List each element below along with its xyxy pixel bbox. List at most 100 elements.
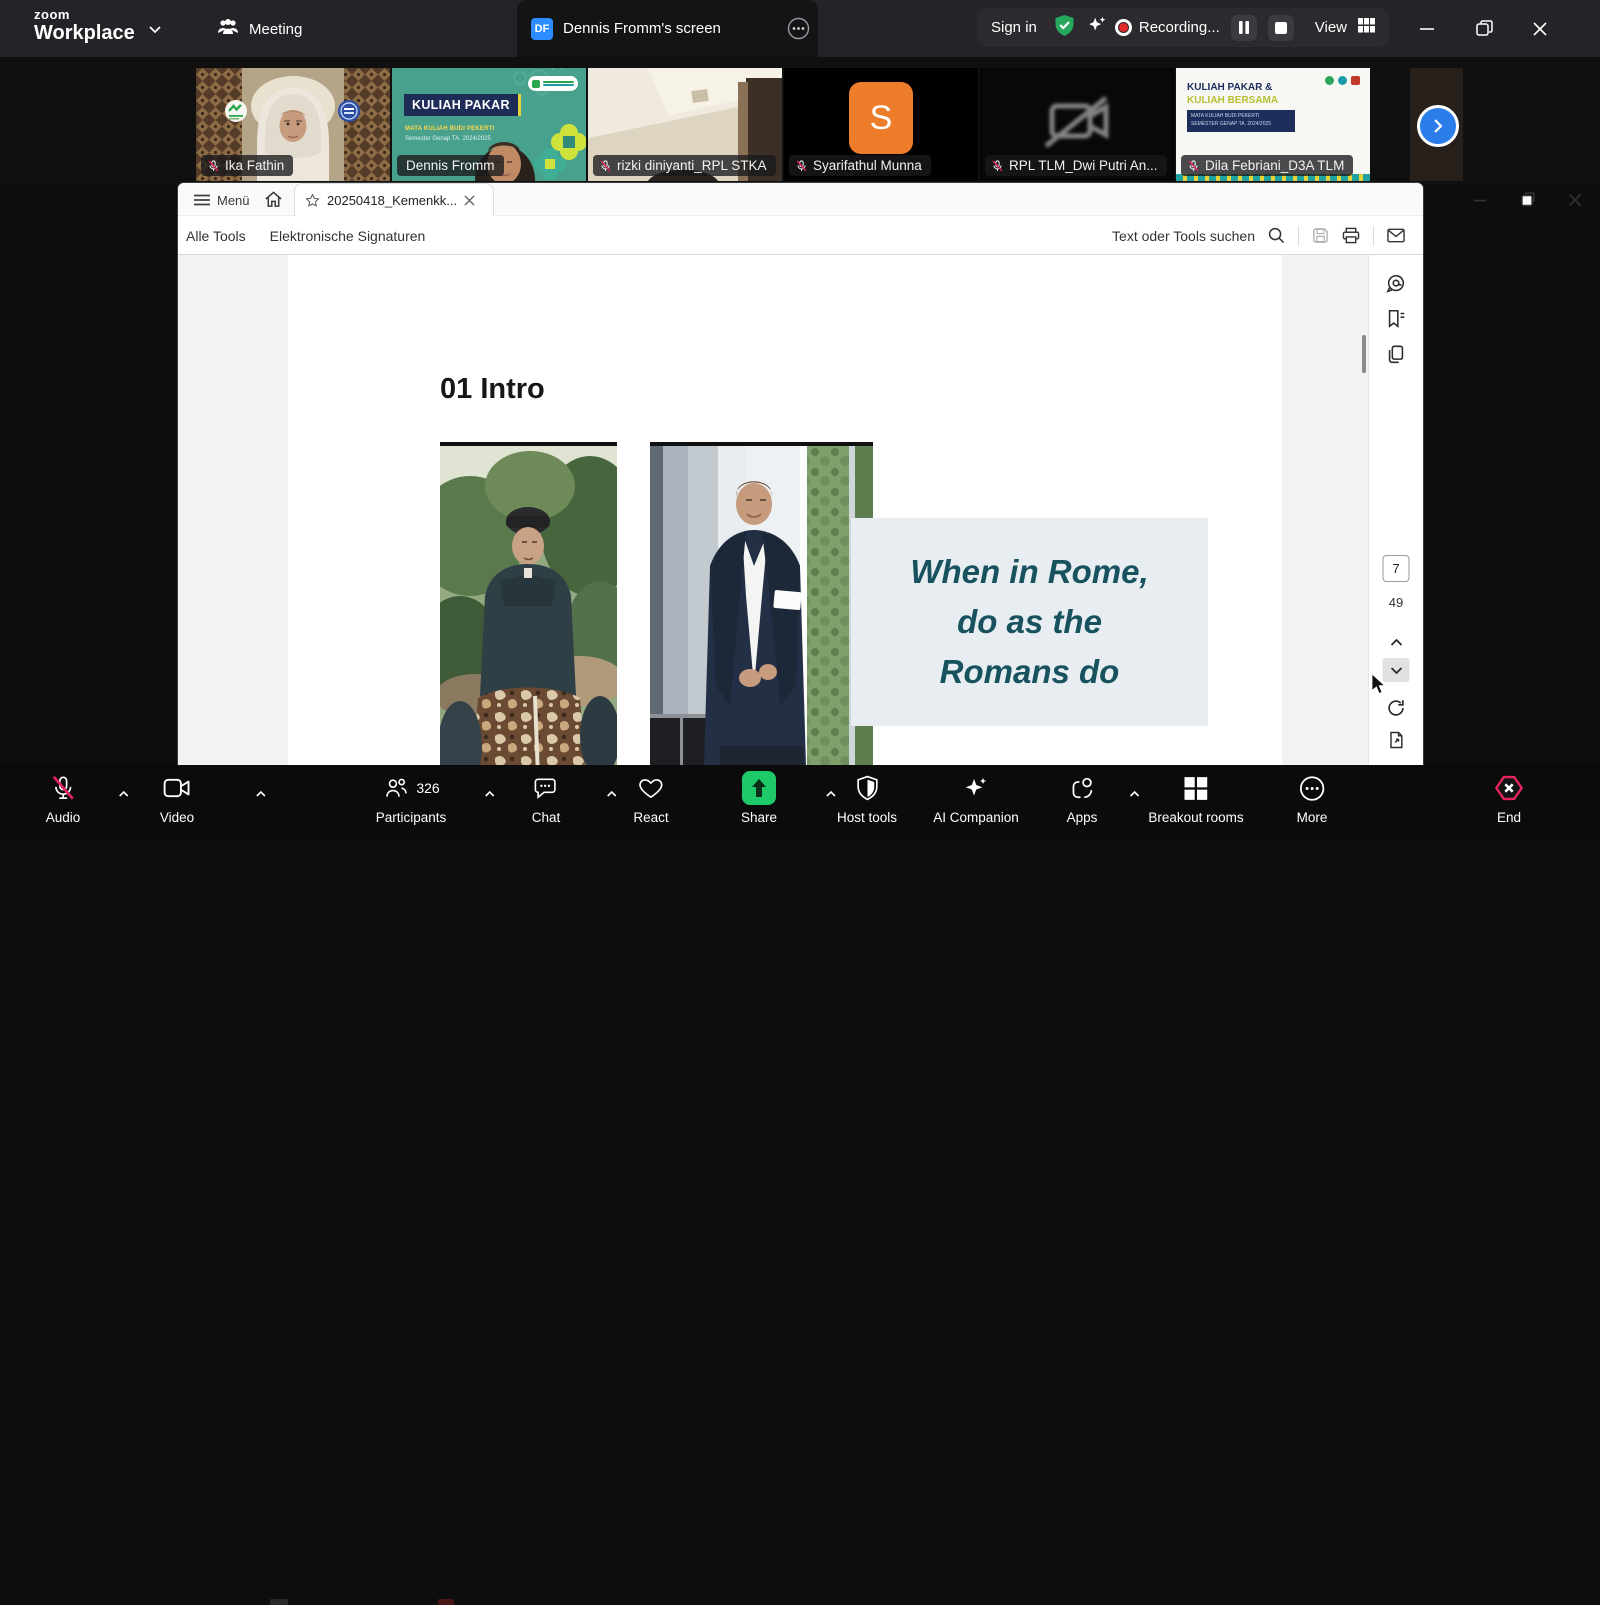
host-tools-label: Host tools — [837, 810, 897, 825]
video-tile-rizki[interactable]: rizki diniyanti_RPL STKA — [588, 68, 782, 181]
slide-course-box: MATA KULIAH BUDI PEKERTI SEMESTER GENAP … — [1187, 110, 1295, 132]
ai-companion-button[interactable]: AI Companion — [933, 771, 1019, 825]
star-icon[interactable] — [305, 193, 320, 208]
acrobat-restore-button[interactable] — [1508, 183, 1548, 216]
audio-label: Audio — [46, 810, 81, 825]
video-button[interactable]: Video — [160, 771, 194, 825]
zoom-bottom-toolbar: Audio Video 326 Participants — [0, 765, 1600, 840]
participants-button[interactable]: 326 Participants — [376, 771, 447, 825]
comments-icon[interactable] — [1381, 269, 1411, 299]
participant-name-pill: Dila Febriani_D3A TLM — [1181, 155, 1353, 176]
search-label[interactable]: Text oder Tools suchen — [1112, 228, 1255, 244]
share-screen-icon — [742, 771, 776, 805]
window-minimize-button[interactable] — [1404, 0, 1450, 57]
participant-name-pill: Ika Fathin — [201, 155, 293, 176]
mic-muted-icon — [1187, 159, 1200, 173]
quote-box: When in Rome, do as the Romans do — [851, 518, 1208, 726]
participant-name-pill: rizki diniyanti_RPL STKA — [593, 155, 776, 176]
logo-line1: zoom — [34, 8, 135, 21]
tab-options-ellipsis-icon[interactable] — [787, 17, 810, 45]
e-signatures-button[interactable]: Elektronische Signaturen — [270, 228, 426, 244]
close-document-icon[interactable] — [464, 195, 475, 206]
apps-options-chevron[interactable] — [1129, 785, 1141, 803]
mic-muted-icon — [207, 159, 220, 173]
video-tile-dennis-fromm[interactable]: KULIAH PAKAR MATA KULIAH BUDI PEKERTI Se… — [392, 68, 586, 181]
chat-bubble-icon — [533, 775, 560, 801]
previous-page-button[interactable] — [1383, 630, 1410, 654]
video-options-chevron[interactable] — [255, 785, 267, 803]
participants-icon — [382, 775, 409, 801]
share-label: Share — [741, 810, 777, 825]
share-options-chevron[interactable] — [825, 785, 837, 803]
video-tile-rpl-tlm[interactable]: RPL TLM_Dwi Putri An... — [980, 68, 1174, 181]
participant-name: rizki diniyanti_RPL STKA — [617, 158, 767, 173]
bookmarks-icon[interactable] — [1381, 304, 1411, 334]
apps-button[interactable]: Apps — [1067, 771, 1098, 825]
save-icon[interactable] — [1312, 227, 1329, 244]
video-tile-dila[interactable]: KULIAH PAKAR & KULIAH BERSAMA MATA KULIA… — [1176, 68, 1370, 181]
ai-sparkle-icon[interactable] — [1086, 14, 1108, 41]
shared-screen-tab-title: Dennis Fromm's screen — [563, 20, 721, 37]
acrobat-close-button[interactable] — [1555, 183, 1595, 216]
window-restore-button[interactable] — [1461, 0, 1507, 57]
window-close-button[interactable] — [1517, 0, 1563, 57]
presenter-initials-badge: DF — [531, 18, 553, 40]
document-viewport: 01 Intro — [178, 255, 1368, 765]
stop-recording-button[interactable] — [1268, 15, 1294, 41]
acrobat-minimize-button[interactable] — [1460, 183, 1500, 216]
more-button[interactable]: More — [1297, 771, 1328, 825]
slide-title-line2: KULIAH BERSAMA — [1187, 95, 1278, 106]
document-tab[interactable]: 20250418_Kemenkk... — [294, 183, 494, 216]
chat-button[interactable]: Chat — [532, 771, 561, 825]
page-number-input[interactable]: 7 — [1383, 555, 1410, 582]
sign-in-button[interactable]: Sign in — [991, 19, 1037, 36]
view-grid-icon[interactable] — [1358, 18, 1375, 38]
search-icon[interactable] — [1268, 227, 1285, 244]
view-button[interactable]: View — [1315, 19, 1347, 36]
home-icon — [264, 190, 283, 208]
participant-name: RPL TLM_Dwi Putri An... — [1009, 158, 1158, 173]
chat-options-chevron[interactable] — [606, 785, 618, 803]
pages-icon[interactable] — [1381, 340, 1411, 370]
participant-name: Ika Fathin — [225, 158, 284, 173]
security-shield-icon[interactable] — [1054, 14, 1075, 42]
react-button[interactable]: React — [633, 771, 668, 825]
kemenkes-logo — [528, 76, 578, 91]
workspace-chevron-down-icon[interactable] — [148, 21, 162, 39]
all-tools-button[interactable]: Alle Tools — [186, 228, 246, 244]
share-button[interactable]: Share — [741, 771, 777, 825]
video-camera-icon — [163, 776, 191, 800]
print-icon[interactable] — [1342, 227, 1360, 244]
next-videos-button[interactable] — [1417, 105, 1459, 147]
mic-muted-icon — [991, 159, 1004, 173]
slide-subtitle-2: Semester Genap TA. 2024/2025 — [405, 136, 491, 142]
scrollbar-thumb[interactable] — [1362, 335, 1366, 373]
apps-label: Apps — [1067, 810, 1098, 825]
document-tab-title: 20250418_Kemenkk... — [327, 193, 457, 208]
audio-options-chevron[interactable] — [118, 785, 130, 803]
export-page-icon[interactable] — [1381, 725, 1411, 755]
end-meeting-button[interactable]: End — [1494, 771, 1524, 825]
participants-options-chevron[interactable] — [484, 785, 496, 803]
tab-shared-screen[interactable]: DF Dennis Fromm's screen — [517, 0, 818, 57]
mail-icon[interactable] — [1387, 228, 1405, 243]
acrobat-home-button[interactable] — [264, 190, 283, 213]
page-total-label: 49 — [1389, 595, 1403, 610]
pause-recording-button[interactable] — [1231, 15, 1257, 41]
recording-dot-icon — [1119, 23, 1128, 32]
quote-line-2: do as the — [957, 597, 1102, 647]
meeting-status-cluster: Sign in Recording... View — [977, 8, 1389, 47]
participant-avatar: S — [849, 82, 913, 154]
react-label: React — [633, 810, 668, 825]
acrobat-menu-button[interactable]: Menü — [194, 189, 250, 211]
breakout-rooms-button[interactable]: Breakout rooms — [1148, 771, 1243, 825]
video-tile-ika-fathin[interactable]: Ika Fathin — [196, 68, 390, 181]
host-tools-button[interactable]: Host tools — [837, 771, 897, 825]
meeting-tab-label: Meeting — [249, 21, 302, 38]
document-scrollbar[interactable] — [1360, 255, 1368, 765]
audio-button[interactable]: Audio — [46, 771, 81, 825]
photo-business-suit — [650, 442, 873, 765]
tab-meeting[interactable]: Meeting — [207, 12, 312, 46]
video-tile-syarifathul[interactable]: S Syarifathul Munna — [784, 68, 978, 181]
slide-title-line1: KULIAH PAKAR & — [1187, 82, 1272, 93]
